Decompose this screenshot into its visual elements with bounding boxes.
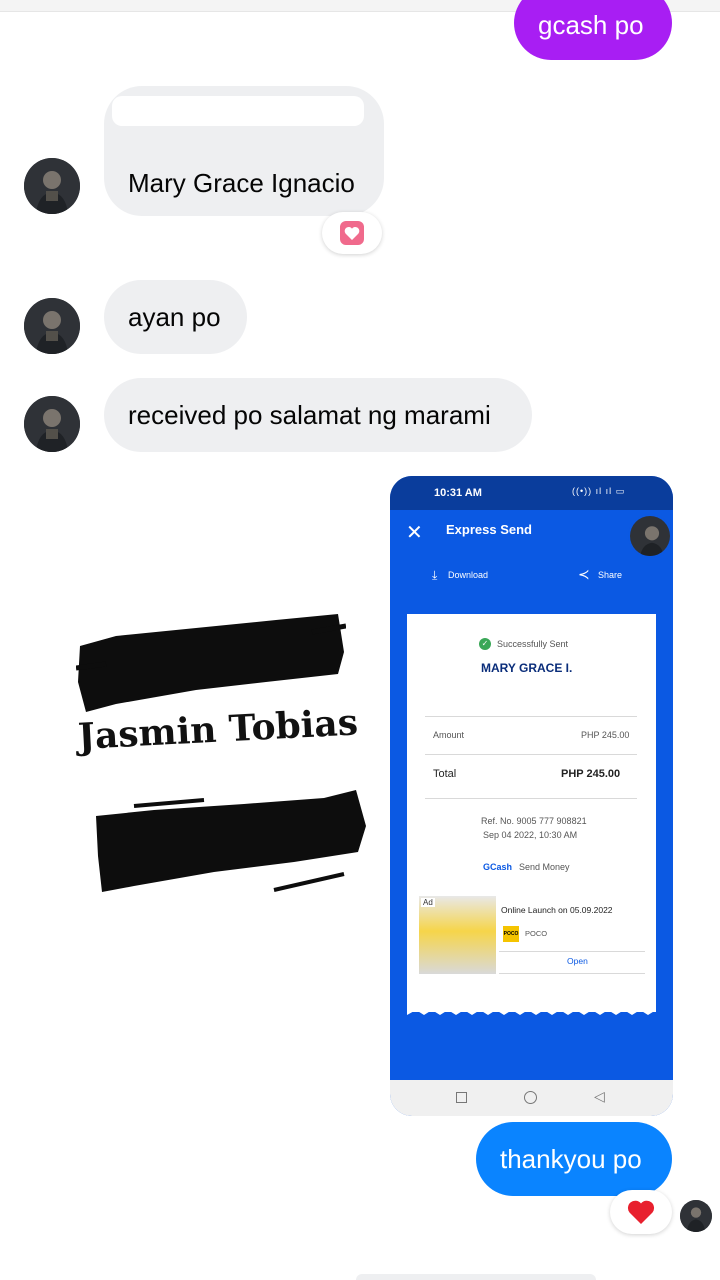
red-heart-icon (627, 1200, 655, 1224)
recipient-name: MARY GRACE I. (481, 661, 573, 675)
download-label[interactable]: Download (448, 570, 488, 580)
seen-avatar (680, 1200, 712, 1232)
success-text: Successfully Sent (497, 639, 569, 649)
back-icon: ◁ (594, 1088, 605, 1104)
share-icon[interactable]: ≺ (578, 566, 590, 583)
receipt-zigzag-edge (407, 1006, 656, 1015)
receipt-header: ✕ Express Send ⤓ Download ≺ Share (390, 510, 673, 590)
phone-status-bar: 10:31 AM ((•)) ıl ıl ▭ (390, 476, 673, 510)
ad-badge: Ad (421, 898, 435, 907)
avatar[interactable] (24, 298, 80, 354)
amount-label: Amount (433, 730, 465, 740)
message-text: gcash po (538, 10, 644, 40)
total-value: PHP 245.00 (561, 768, 621, 780)
redaction-bar (112, 96, 364, 126)
reference-number: Ref. No. 9005 777 908821 (481, 816, 587, 826)
status-time: 10:31 AM (434, 487, 482, 499)
ad-title[interactable]: Online Launch on 05.09.2022 (501, 905, 613, 915)
message-text: received po salamat ng marami (128, 400, 491, 430)
message-incoming-ayan[interactable]: ayan po (104, 280, 247, 354)
receipt-card: ✓ Successfully Sent MARY GRACE I. Amount… (407, 614, 656, 1015)
divider (425, 754, 637, 755)
poco-logo: POCO (503, 926, 519, 942)
message-outgoing-gcash[interactable]: gcash po (514, 0, 672, 60)
message-text: ayan po (128, 302, 221, 332)
message-incoming-account[interactable]: ~ 7 0 3 0 5 Mary Grace Ignacio (104, 86, 384, 216)
transaction-datetime: Sep 04 2022, 10:30 AM (483, 830, 578, 840)
status-icons: ((•)) ıl ıl ▭ (572, 486, 626, 496)
divider (425, 716, 637, 717)
recent-apps-icon (456, 1092, 467, 1103)
divider (499, 973, 645, 974)
total-label: Total (433, 768, 457, 780)
message-text: thankyou po (500, 1144, 642, 1174)
reaction-badge[interactable] (322, 212, 382, 254)
message-text: Mary Grace Ignacio (128, 168, 355, 198)
share-label[interactable]: Share (598, 570, 622, 580)
message-outgoing-thankyou[interactable]: thankyou po (476, 1122, 672, 1196)
divider (425, 798, 637, 799)
receipt-screenshot-image[interactable]: 10:31 AM ((•)) ıl ıl ▭ ✕ Express Send ⤓ … (390, 476, 673, 1116)
download-icon[interactable]: ⤓ (432, 568, 437, 583)
avatar[interactable] (24, 396, 80, 452)
watermark-redaction-bottom (94, 786, 366, 894)
message-incoming-received[interactable]: received po salamat ng marami (104, 378, 532, 452)
divider (499, 951, 645, 952)
ad-image[interactable]: Ad (419, 896, 496, 974)
phone-navbar: ◁ (390, 1080, 673, 1116)
header-title: Express Send (446, 522, 532, 537)
amount-value: PHP 245.00 (581, 730, 630, 740)
reaction-badge[interactable] (610, 1190, 672, 1234)
watermark-redaction-top (75, 612, 347, 712)
next-message-edge (356, 1274, 596, 1280)
avatar[interactable] (24, 158, 80, 214)
gcash-brand-suffix: Send Money (519, 862, 570, 872)
check-icon: ✓ (479, 638, 491, 650)
ad-open-link[interactable]: Open (567, 956, 588, 966)
ad-brand: POCO (525, 929, 548, 938)
avatar (628, 514, 672, 558)
pink-heart-icon (340, 221, 364, 245)
close-icon[interactable]: ✕ (406, 520, 423, 545)
gcash-brand: GCash (483, 862, 513, 872)
home-icon (524, 1091, 537, 1104)
